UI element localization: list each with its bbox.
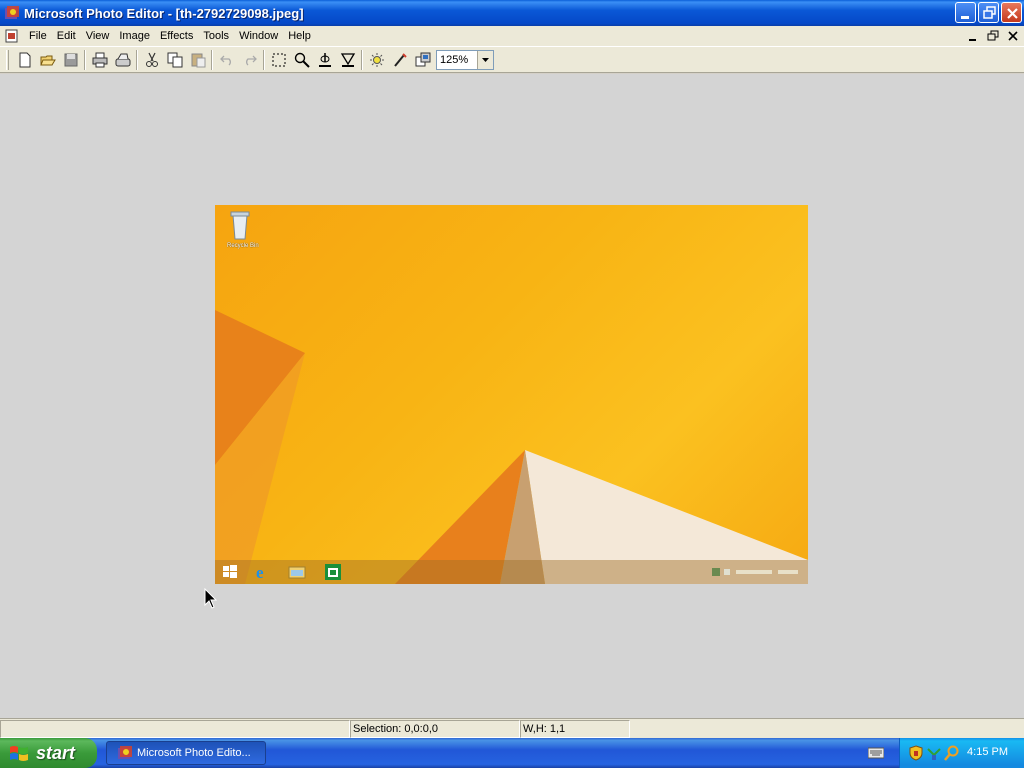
mouse-cursor-icon: [204, 587, 218, 610]
title-bar[interactable]: Microsoft Photo Editor - [th-2792729098.…: [0, 0, 1024, 26]
menu-window[interactable]: Window: [234, 26, 283, 46]
doc-close-button[interactable]: [1006, 29, 1020, 43]
windows-logo-icon[interactable]: [221, 563, 239, 581]
recycle-bin-label: Recycle Bin: [227, 243, 259, 249]
minimize-button[interactable]: [955, 2, 976, 23]
win8-system-tray: [712, 566, 802, 578]
taskbar-button-photo-editor[interactable]: Microsoft Photo Edito...: [106, 741, 266, 765]
photo-editor-task-icon: [117, 745, 133, 761]
toolbar-separator: [84, 49, 86, 70]
open-icon[interactable]: [36, 49, 59, 71]
window-title: Microsoft Photo Editor - [th-2792729098.…: [24, 5, 304, 21]
status-selection: Selection: 0,0:0,0: [350, 720, 520, 738]
store-icon[interactable]: [324, 563, 342, 581]
sharpen-icon[interactable]: [336, 49, 359, 71]
toolbar-separator: [263, 49, 265, 70]
chevron-down-icon[interactable]: [477, 50, 493, 69]
menu-effects[interactable]: Effects: [155, 26, 198, 46]
close-button[interactable]: [1001, 2, 1022, 23]
toolbar-separator: [211, 49, 213, 70]
security-shield-icon[interactable]: [908, 745, 924, 761]
redo-icon[interactable]: [238, 49, 261, 71]
doc-minimize-button[interactable]: [966, 29, 980, 43]
image-canvas[interactable]: Recycle Bin e: [215, 205, 808, 584]
toolbar-separator: [136, 49, 138, 70]
status-bar: Selection: 0,0:0,0 W,H: 1,1: [0, 718, 1024, 738]
zoom-select[interactable]: 125%: [436, 49, 494, 70]
menu-image[interactable]: Image: [114, 26, 155, 46]
print-icon[interactable]: [88, 49, 111, 71]
status-dimensions: W,H: 1,1: [520, 720, 630, 738]
copy-icon[interactable]: [163, 49, 186, 71]
menu-bar: File Edit View Image Effects Tools Windo…: [0, 26, 1024, 46]
system-tray: 4:15 PM: [899, 738, 1024, 768]
taskbar: start Microsoft Photo Edito... 4:15 PM: [0, 738, 1024, 768]
clock[interactable]: 4:15 PM: [967, 746, 1008, 758]
keyboard-icon[interactable]: [867, 747, 885, 759]
wallpaper-image: [215, 310, 808, 584]
document-icon[interactable]: [4, 28, 20, 44]
photo-editor-app-icon[interactable]: [4, 5, 20, 21]
undo-icon[interactable]: [215, 49, 238, 71]
internet-explorer-icon[interactable]: e: [253, 563, 271, 582]
balance-icon[interactable]: [365, 49, 388, 71]
network-icon[interactable]: [926, 745, 942, 761]
win8-taskbar: e: [215, 560, 808, 584]
workspace: Recycle Bin e: [0, 74, 1024, 718]
new-icon[interactable]: [13, 49, 36, 71]
restore-button[interactable]: [978, 2, 999, 23]
zoom-icon[interactable]: [290, 49, 313, 71]
paste-icon[interactable]: [186, 49, 209, 71]
toolbar-grip[interactable]: [6, 49, 9, 70]
properties-icon[interactable]: [411, 49, 434, 71]
toolbar-separator: [361, 49, 363, 70]
smudge-icon[interactable]: [313, 49, 336, 71]
svg-text:e: e: [256, 563, 264, 581]
select-icon[interactable]: [267, 49, 290, 71]
menu-file[interactable]: File: [24, 26, 52, 46]
start-button[interactable]: start: [0, 738, 97, 768]
menu-edit[interactable]: Edit: [52, 26, 81, 46]
cut-icon[interactable]: [140, 49, 163, 71]
menu-help[interactable]: Help: [283, 26, 316, 46]
search-icon[interactable]: [944, 745, 960, 761]
taskbar-button-label: Microsoft Photo Edito...: [137, 747, 251, 759]
status-main: [0, 720, 350, 738]
save-icon[interactable]: [59, 49, 82, 71]
menu-view[interactable]: View: [81, 26, 115, 46]
start-label: start: [36, 742, 76, 763]
windows-flag-icon: [8, 743, 30, 763]
recycle-bin-icon[interactable]: Recycle Bin: [225, 209, 259, 249]
scan-icon[interactable]: [111, 49, 134, 71]
doc-restore-button[interactable]: [986, 29, 1000, 43]
effects-icon[interactable]: [388, 49, 411, 71]
zoom-value: 125%: [440, 53, 469, 66]
menu-tools[interactable]: Tools: [198, 26, 234, 46]
toolbar: 125%: [0, 46, 1024, 73]
file-explorer-icon[interactable]: [288, 563, 306, 581]
